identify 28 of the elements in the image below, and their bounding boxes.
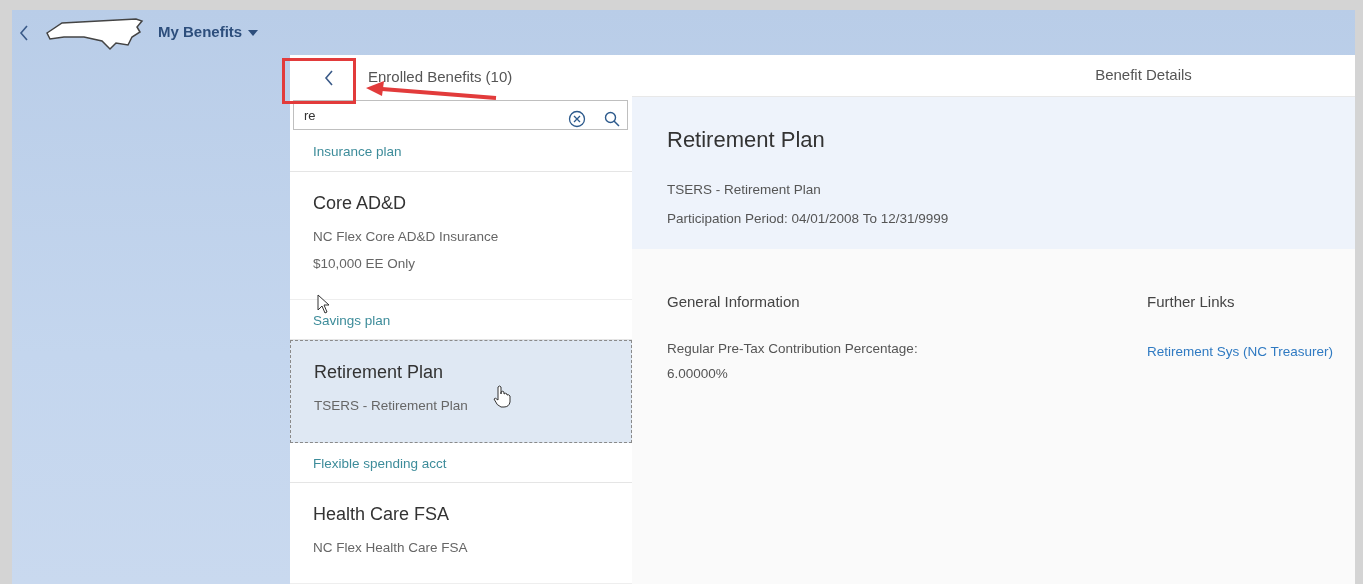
link[interactable]: Retirement Sys (NC Treasurer) <box>1147 343 1334 359</box>
list-title: Enrolled Benefits (10) <box>368 67 513 88</box>
item-detail: NC Flex Health Care FSA <box>313 538 468 557</box>
item-title: Health Care FSA <box>313 502 451 526</box>
object-title: Retirement Plan <box>667 126 826 154</box>
item-title: Retirement Plan <box>314 361 445 385</box>
pointer-cursor-icon <box>317 294 331 315</box>
caret-icon[interactable] <box>248 28 259 37</box>
item-detail: TSERS - Retirement Plan <box>314 397 468 416</box>
group-heading: Insurance plan <box>313 143 402 162</box>
search-field[interactable]: re <box>293 100 628 130</box>
object-attribute: TSERS - Retirement Plan <box>667 181 822 199</box>
app-title-menu[interactable]: My Benefits <box>158 21 243 44</box>
item-title: Core AD&D <box>313 191 408 215</box>
group-heading: Flexible spending acct <box>313 454 447 473</box>
field-label: Regular Pre-Tax Contribution Percentage: <box>667 339 919 358</box>
back-icon[interactable] <box>324 69 334 86</box>
field-value: 6.00000% <box>667 364 729 383</box>
back-icon[interactable] <box>18 24 30 41</box>
hand-cursor-icon <box>493 384 511 408</box>
object-attribute: Participation Period: 04/01/2008 To 12/31/9999 <box>667 210 950 229</box>
item-detail: $10,000 EE Only <box>313 254 416 273</box>
item-detail: NC Flex Core AD&D Insurance <box>313 227 499 246</box>
group-heading: Savings plan <box>313 312 391 331</box>
section-heading: Further Links <box>1147 292 1236 312</box>
section-heading: General Information <box>667 292 801 312</box>
panel-title: Benefit Details <box>1095 65 1192 86</box>
list-item[interactable]: Retirement Plan TSERS - Retirement Plan <box>290 340 632 443</box>
